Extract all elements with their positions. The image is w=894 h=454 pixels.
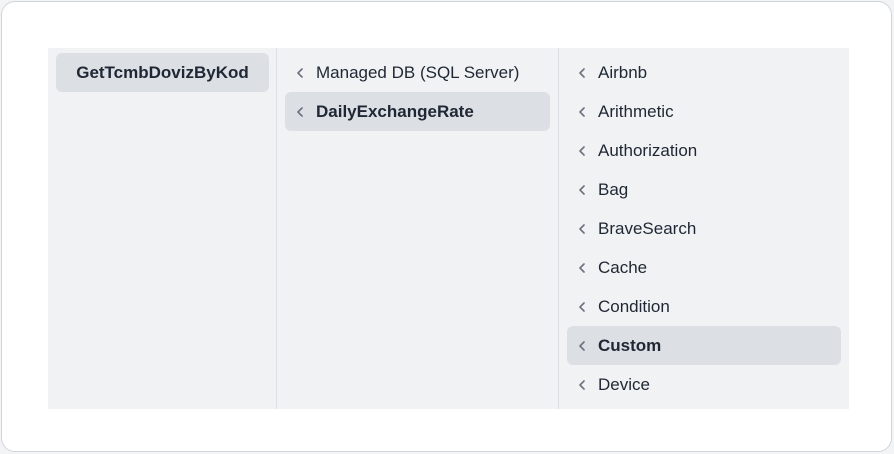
chevron-left-icon — [574, 340, 590, 351]
item-label: Custom — [598, 335, 662, 355]
item-label: Device — [598, 374, 650, 394]
item-label: Airbnb — [598, 62, 648, 82]
column-3-item-bravesearch[interactable]: BraveSearch — [567, 209, 841, 248]
item-label: Cache — [598, 257, 648, 277]
column-3-item-cache[interactable]: Cache — [567, 248, 841, 287]
chevron-left-icon — [574, 223, 590, 234]
chevron-left-icon — [574, 262, 590, 273]
column-1: GetTcmbDovizByKod — [48, 48, 277, 409]
column-3-item-condition[interactable]: Condition — [567, 287, 841, 326]
column-3-item-device[interactable]: Device — [567, 365, 841, 404]
column-browser: GetTcmbDovizByKod Managed DB (SQL Server… — [48, 48, 849, 409]
column-1-item-gettcmbdovizbykod[interactable]: GetTcmbDovizByKod — [56, 53, 269, 92]
chevron-left-icon — [574, 145, 590, 156]
chevron-left-icon — [292, 67, 308, 78]
column-3-item-airbnb[interactable]: Airbnb — [567, 53, 841, 92]
item-label: DailyExchangeRate — [316, 101, 474, 121]
chevron-left-icon — [574, 106, 590, 117]
column-3: Airbnb Arithmetic Authorization Bag Brav… — [559, 48, 849, 409]
chevron-left-icon — [574, 301, 590, 312]
item-label: Bag — [598, 179, 629, 199]
column-3-item-authorization[interactable]: Authorization — [567, 131, 841, 170]
chevron-left-icon — [574, 379, 590, 390]
column-3-item-bag[interactable]: Bag — [567, 170, 841, 209]
item-label: BraveSearch — [598, 218, 697, 238]
chevron-left-icon — [292, 106, 308, 117]
item-label: Arithmetic — [598, 101, 674, 121]
panel-frame: GetTcmbDovizByKod Managed DB (SQL Server… — [1, 1, 892, 452]
column-2: Managed DB (SQL Server) DailyExchangeRat… — [277, 48, 559, 409]
item-label: Condition — [598, 296, 670, 316]
column-3-item-custom[interactable]: Custom — [567, 326, 841, 365]
chevron-left-icon — [574, 184, 590, 195]
column-2-item-managed-db[interactable]: Managed DB (SQL Server) — [285, 53, 550, 92]
chevron-left-icon — [574, 67, 590, 78]
column-2-item-dailyexchangerate[interactable]: DailyExchangeRate — [285, 92, 550, 131]
item-label: Managed DB (SQL Server) — [316, 62, 520, 82]
item-label: GetTcmbDovizByKod — [76, 62, 249, 82]
column-3-item-arithmetic[interactable]: Arithmetic — [567, 92, 841, 131]
item-label: Authorization — [598, 140, 698, 160]
